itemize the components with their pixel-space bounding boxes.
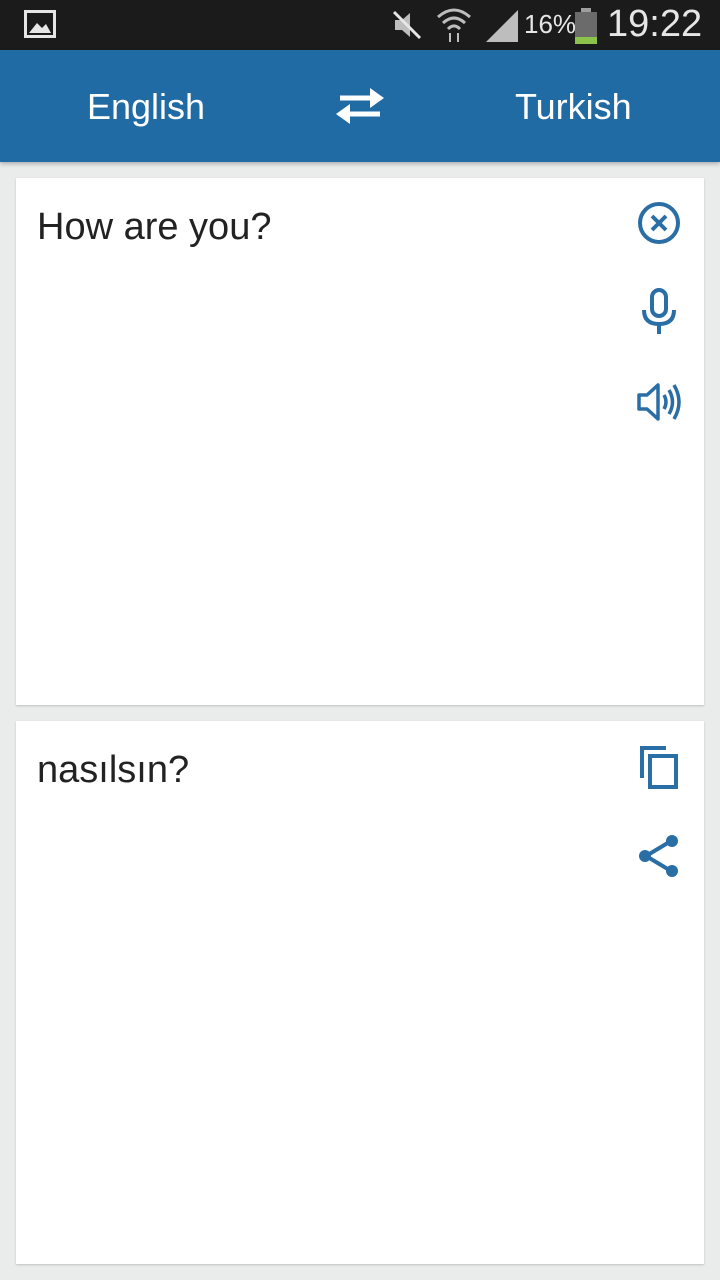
battery-icon: [575, 8, 597, 44]
swap-arrows-icon[interactable]: [334, 86, 386, 126]
microphone-icon: [642, 288, 676, 334]
share-button[interactable]: [635, 832, 683, 880]
output-card: nasılsın?: [16, 721, 704, 1264]
battery-percent: 16%: [524, 9, 577, 39]
gallery-icon: [24, 10, 56, 38]
mute-icon: [392, 10, 422, 40]
wifi-icon: [437, 8, 471, 42]
status-bar: 16% 19:22: [0, 0, 720, 50]
output-text: nasılsın?: [37, 749, 190, 791]
share-icon: [639, 835, 678, 877]
signal-icon: [486, 10, 518, 42]
source-language-selector[interactable]: English: [87, 86, 205, 128]
copy-icon: [640, 746, 678, 789]
input-text[interactable]: How are you?: [37, 206, 271, 249]
speaker-icon: [637, 383, 681, 421]
target-language-selector[interactable]: Turkish: [515, 86, 632, 128]
speaker-button[interactable]: [635, 378, 683, 426]
clear-icon: [638, 202, 680, 244]
clock: 19:22: [607, 3, 703, 45]
app-bar: English Turkish: [0, 50, 720, 162]
copy-button[interactable]: [635, 743, 683, 791]
microphone-button[interactable]: [635, 288, 683, 336]
clear-button[interactable]: [635, 199, 683, 247]
input-card: How are you?: [16, 178, 704, 705]
